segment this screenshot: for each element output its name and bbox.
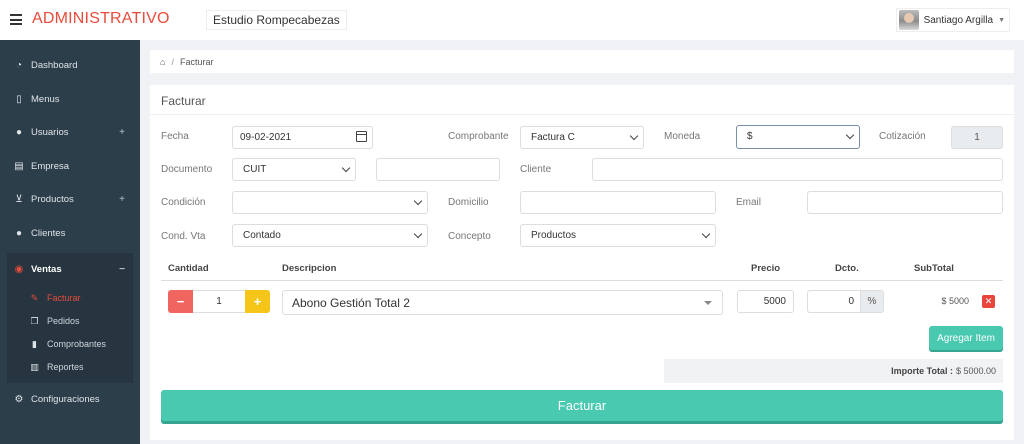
caret-down-icon (704, 301, 712, 305)
total-amount: Importe Total : $ 5000.00 (664, 359, 1003, 383)
building-icon: ▤ (14, 160, 24, 172)
documento-select[interactable]: CUIT (232, 158, 356, 181)
moneda-select[interactable]: $ (736, 125, 860, 149)
sidebar: ◔ Dashboard ▯ Menus ● Usuarios + ▤ Empre… (0, 40, 140, 444)
book-icon: ▯ (16, 93, 22, 105)
column-header-cantidad: Cantidad (168, 263, 209, 274)
chevron-down-icon (629, 131, 639, 141)
users-icon: ● (15, 127, 23, 139)
table-header-divider (161, 280, 1003, 281)
delete-item-icon[interactable]: ✕ (982, 295, 995, 308)
breadcrumb: ⌂ / Facturar (150, 50, 1014, 73)
domicilio-label: Domicilio (448, 197, 489, 208)
percent-addon: % (860, 290, 884, 313)
sidebar-item-empresa[interactable]: ▤ Empresa (0, 150, 140, 184)
column-header-precio: Precio (751, 263, 781, 274)
concepto-select[interactable]: Productos (520, 224, 716, 247)
quantity-decrease-button[interactable]: − (168, 290, 193, 313)
cart-icon: ⊻ (15, 194, 23, 206)
quantity-input[interactable]: 1 (193, 290, 245, 313)
cotizacion-input: 1 (951, 126, 1003, 149)
moneda-label: Moneda (664, 131, 701, 142)
chevron-down-icon (701, 229, 711, 239)
sidebar-item-configuraciones[interactable]: ⚙ Configuraciones (0, 383, 140, 417)
precio-input[interactable]: 5000 (737, 290, 794, 313)
user-menu[interactable]: Santiago Argilla ▼ (895, 8, 1010, 32)
facturar-button[interactable]: Facturar (161, 390, 1003, 421)
breadcrumb-separator: / (171, 56, 174, 67)
fecha-label: Fecha (161, 131, 189, 142)
email-label: Email (736, 197, 762, 208)
total-label: Importe Total : (891, 366, 953, 376)
fecha-input[interactable]: 09-02-2021 (232, 126, 373, 149)
sidebar-subitem-facturar[interactable]: ✎ Facturar (7, 287, 133, 310)
column-header-subtotal: SubTotal (914, 263, 954, 274)
cliente-input[interactable] (592, 158, 1003, 181)
edit-icon: ✎ (30, 292, 39, 303)
chevron-down-icon (845, 130, 855, 140)
concepto-label: Concepto (448, 231, 491, 242)
column-header-dcto: Dcto. (835, 263, 859, 274)
cogs-icon: ⚙ (14, 393, 24, 405)
expand-icon: + (119, 127, 125, 139)
sidebar-item-productos[interactable]: ⊻ Productos + (0, 183, 140, 217)
panel-title: Facturar (161, 94, 206, 108)
calendar-icon[interactable] (356, 131, 367, 142)
cliente-label: Cliente (520, 164, 552, 175)
sidebar-subitem-comprobantes[interactable]: ▮ Comprobantes (7, 333, 133, 356)
condicion-select[interactable] (232, 191, 428, 214)
quantity-increase-button[interactable]: + (245, 290, 270, 313)
chevron-down-icon (413, 229, 423, 239)
total-value: $ 5000.00 (955, 366, 996, 376)
sidebar-subitem-pedidos[interactable]: ❐ Pedidos (7, 310, 133, 333)
avatar (898, 10, 919, 30)
bar-chart-icon: ▥ (30, 361, 39, 372)
breadcrumb-current: Facturar (179, 56, 214, 67)
home-icon[interactable]: ⌂ (160, 57, 165, 67)
description-select[interactable]: Abono Gestión Total 2 (282, 290, 723, 315)
comprobante-label: Comprobante (448, 131, 509, 142)
email-input[interactable] (807, 191, 1003, 214)
top-bar: ADMINISTRATIVO Estudio Rompecabezas Sant… (0, 0, 1024, 40)
company-selector[interactable]: Estudio Rompecabezas (206, 10, 347, 30)
menu-toggle-icon[interactable] (10, 14, 22, 25)
descuento-input[interactable]: 0 (807, 290, 860, 313)
chevron-down-icon: ▼ (998, 16, 1005, 24)
invoice-panel: Facturar Fecha 09-02-2021 Comprobante Fa… (150, 85, 1014, 440)
condvta-label: Cond. Vta (161, 231, 206, 242)
sidebar-group-ventas: ◉ Ventas − ✎ Facturar ❐ Pedidos ▮ Compro… (7, 253, 133, 383)
expand-icon: + (119, 194, 125, 206)
sidebar-subitem-reportes[interactable]: ▥ Reportes (7, 356, 133, 379)
chevron-down-icon (341, 163, 351, 173)
brand-title: ADMINISTRATIVO (32, 10, 170, 27)
copy-icon: ❐ (30, 315, 39, 326)
cotizacion-label: Cotización (879, 131, 926, 142)
sidebar-item-usuarios[interactable]: ● Usuarios + (0, 116, 140, 150)
user-name: Santiago Argilla (923, 14, 994, 26)
eye-icon: ◉ (14, 264, 24, 276)
comprobante-select[interactable]: Factura C (520, 126, 644, 149)
documento-number-input[interactable] (376, 158, 500, 181)
file-icon: ▮ (32, 338, 37, 349)
column-header-descripcion: Descripcion (282, 263, 337, 274)
documento-label: Documento (161, 164, 213, 175)
subtotal-value: $ 5000 (941, 296, 969, 306)
sidebar-item-clientes[interactable]: ● Clientes (0, 217, 140, 251)
condvta-select[interactable]: Contado (232, 224, 428, 247)
dashboard-icon: ◔ (15, 60, 23, 72)
sidebar-item-menus[interactable]: ▯ Menus (0, 83, 140, 117)
sidebar-item-dashboard[interactable]: ◔ Dashboard (0, 49, 140, 83)
domicilio-input[interactable] (520, 191, 716, 214)
add-item-button[interactable]: Agregar Item (929, 326, 1003, 350)
sidebar-item-ventas[interactable]: ◉ Ventas − (7, 253, 133, 287)
chevron-down-icon (413, 196, 423, 206)
users-icon: ● (15, 227, 23, 239)
collapse-icon: − (119, 264, 125, 276)
panel-divider (150, 114, 1014, 115)
condicion-label: Condición (161, 197, 206, 208)
